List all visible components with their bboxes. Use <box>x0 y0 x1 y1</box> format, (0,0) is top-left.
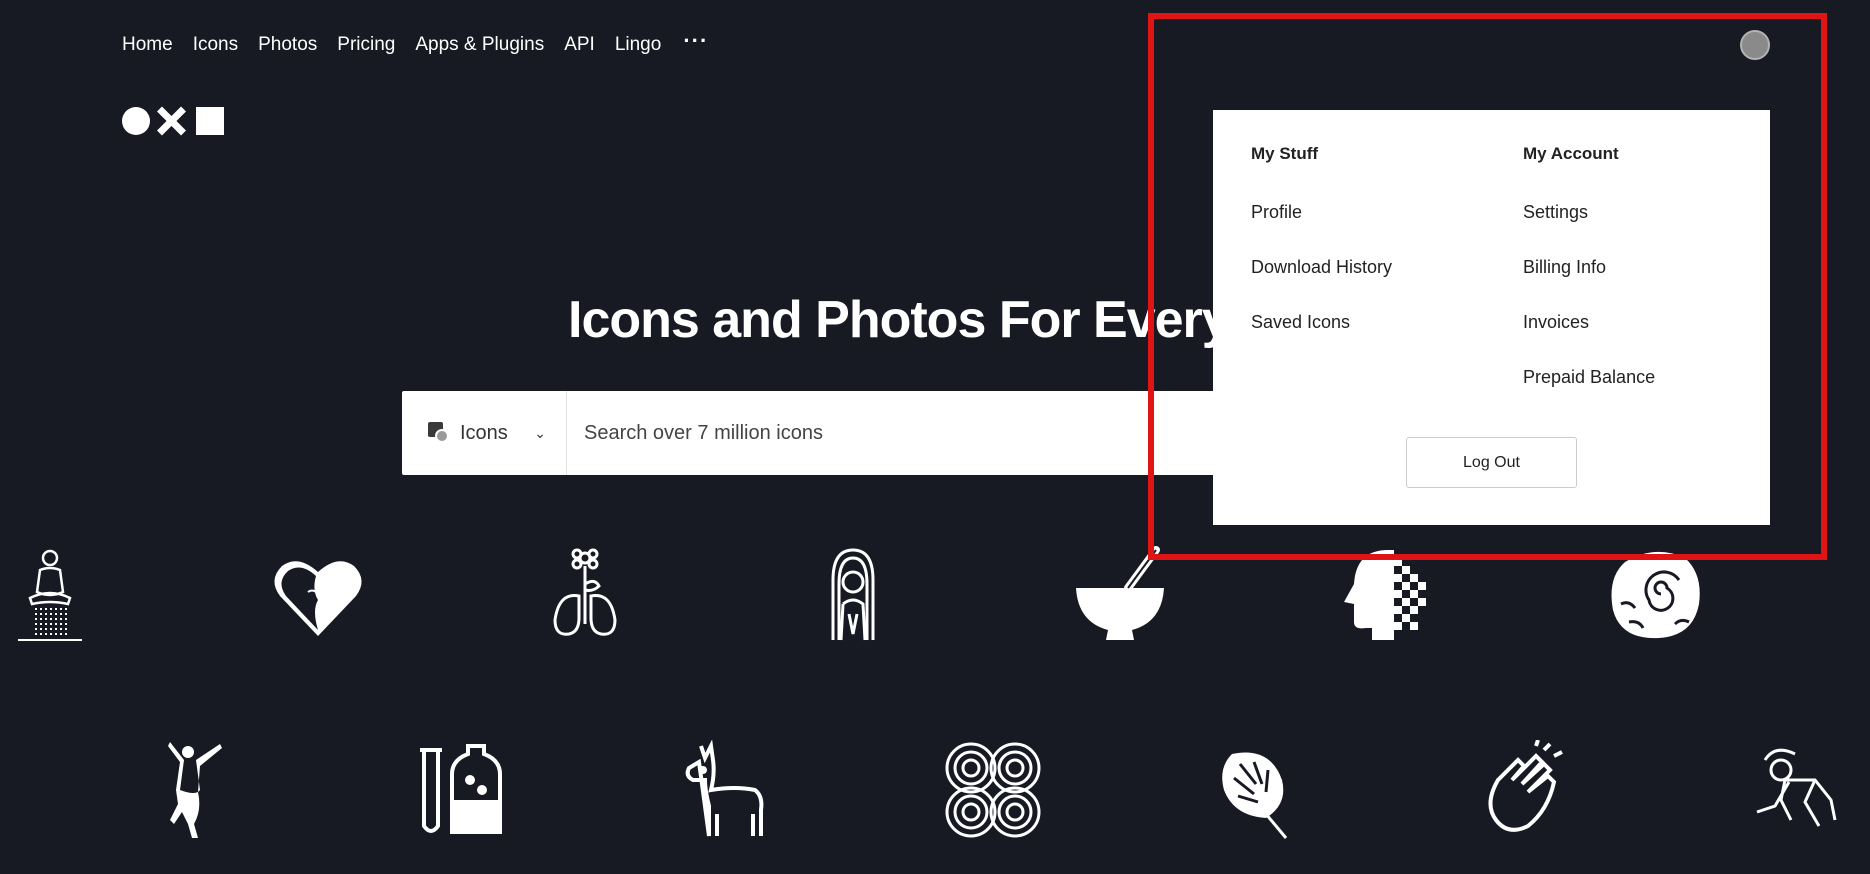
logo-square-icon <box>196 107 224 135</box>
nav-api[interactable]: API <box>564 34 595 56</box>
infinity-loops-icon[interactable] <box>943 740 1043 840</box>
top-nav: Home Icons Photos Pricing Apps & Plugins… <box>122 30 728 56</box>
llama-icon[interactable] <box>675 740 775 840</box>
my-account-heading: My Account <box>1523 144 1619 163</box>
more-menu-icon[interactable]: ··· <box>683 30 708 52</box>
menu-item-download-history[interactable]: Download History <box>1251 257 1392 278</box>
avatar[interactable] <box>1740 30 1770 60</box>
watermark <box>1450 742 1820 822</box>
icons-type-icon <box>428 422 450 444</box>
nav-home[interactable]: Home <box>122 34 173 56</box>
account-dropdown: My Stuff Profile Download History Saved … <box>1213 110 1770 525</box>
search-type-label: Icons <box>460 421 508 444</box>
nav-icons[interactable]: Icons <box>193 34 238 56</box>
logo-circle-icon <box>122 107 150 135</box>
woman-portrait-icon[interactable] <box>803 544 903 644</box>
menu-item-saved-icons[interactable]: Saved Icons <box>1251 312 1392 333</box>
menu-item-profile[interactable]: Profile <box>1251 202 1392 223</box>
log-out-button[interactable]: Log Out <box>1406 437 1577 488</box>
page-title: Icons and Photos For Everyt <box>568 291 1247 349</box>
menu-item-invoices[interactable]: Invoices <box>1523 312 1655 333</box>
mortar-pestle-icon[interactable] <box>1070 544 1170 644</box>
pixel-head-icon[interactable] <box>1338 544 1438 644</box>
heart-face-icon[interactable] <box>268 544 368 644</box>
my-stuff-section: My Stuff Profile Download History Saved … <box>1251 144 1392 367</box>
logo-cross-icon <box>156 106 186 136</box>
monstera-leaf-icon[interactable] <box>1210 740 1310 840</box>
test-tube-bottle-icon[interactable] <box>408 740 508 840</box>
nav-pricing[interactable]: Pricing <box>337 34 395 56</box>
nav-apps-plugins[interactable]: Apps & Plugins <box>415 34 544 56</box>
chevron-down-icon: ⌄ <box>534 424 546 441</box>
my-stuff-heading: My Stuff <box>1251 144 1319 163</box>
menu-item-billing-info[interactable]: Billing Info <box>1523 257 1655 278</box>
meditation-icon[interactable] <box>0 544 100 644</box>
menu-item-prepaid-balance[interactable]: Prepaid Balance <box>1523 367 1655 388</box>
logo[interactable] <box>122 106 224 136</box>
fossil-icon[interactable] <box>1605 544 1705 644</box>
lungs-flower-icon[interactable] <box>535 544 635 644</box>
menu-item-settings[interactable]: Settings <box>1523 202 1655 223</box>
my-account-section: My Account Settings Billing Info Invoice… <box>1523 144 1655 422</box>
search-type-select[interactable]: Icons ⌄ <box>402 391 567 475</box>
nav-lingo[interactable]: Lingo <box>615 34 662 56</box>
dancer-icon[interactable] <box>140 740 240 840</box>
nav-photos[interactable]: Photos <box>258 34 317 56</box>
